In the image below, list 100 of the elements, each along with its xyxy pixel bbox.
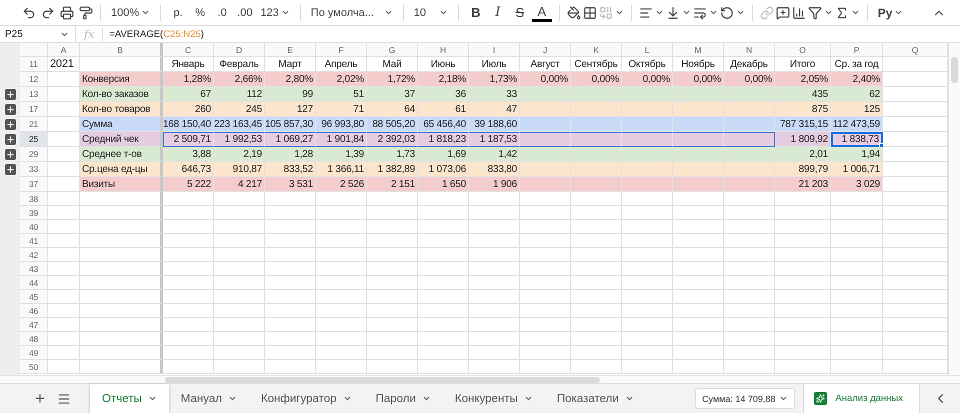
table-cell[interactable]: 1 073,06 [418,162,469,177]
table-cell[interactable]: 245 [214,102,265,117]
vertical-align-icon[interactable] [666,6,680,20]
expand-group-button[interactable] [4,134,16,145]
row-number[interactable]: 40 [20,220,48,234]
table-cell[interactable]: 37 [367,87,418,102]
column-header[interactable]: D [214,43,265,57]
chart-icon[interactable] [792,6,806,20]
row-number[interactable]: 17 [20,102,48,117]
expand-group-button[interactable] [4,104,16,115]
text-color-button[interactable]: A [532,4,552,22]
table-cell[interactable]: 2,19 [214,147,265,162]
column-header[interactable]: I [469,43,520,57]
row-number[interactable]: 39 [20,206,48,220]
currency-button[interactable]: р. [168,2,188,24]
table-cell[interactable]: 105 857,30 [265,117,316,132]
table-cell[interactable]: 1,39 [316,147,367,162]
table-cell[interactable]: 112 [214,87,265,102]
table-cell[interactable]: 1 906 [469,177,520,192]
sum-dropdown[interactable]: Сумма: 14 709,88 [695,388,796,409]
strikethrough-button[interactable]: S [510,2,530,24]
table-cell[interactable]: 0,00% [571,72,622,87]
table-cell[interactable]: 67 [163,87,214,102]
table-cell[interactable]: 0,00% [520,72,571,87]
column-header[interactable]: G [367,43,418,57]
table-cell[interactable]: 0,00% [673,72,724,87]
table-cell[interactable]: 2,02% [316,72,367,87]
table-cell[interactable]: 1 818,23 [418,132,469,147]
table-cell[interactable]: 88 505,20 [367,117,418,132]
add-sheet-button[interactable]: + [28,384,52,413]
borders-icon[interactable] [582,6,597,20]
font-dropdown[interactable]: По умолча... [308,2,396,24]
print-icon[interactable] [60,6,74,20]
table-cell[interactable]: 0,00% [622,72,673,87]
table-cell[interactable]: 1 069,27 [265,132,316,147]
table-cell[interactable]: 223 163,45 [214,117,265,132]
table-cell[interactable]: 1 992,53 [214,132,265,147]
table-cell[interactable]: 2,80% [265,72,316,87]
table-cell[interactable]: 833,52 [265,162,316,177]
column-header[interactable]: B [80,43,163,57]
column-header[interactable]: O [775,43,831,57]
row-number[interactable]: 42 [20,248,48,262]
comment-icon[interactable] [776,6,790,20]
table-cell[interactable]: 2,66% [214,72,265,87]
column-header[interactable]: E [265,43,316,57]
expand-group-button[interactable] [4,164,16,175]
table-cell[interactable]: 1,28 [265,147,316,162]
sheet-tab[interactable]: Отчеты [90,384,169,413]
merge-cells-icon[interactable] [598,6,613,20]
table-cell[interactable]: 1,69 [418,147,469,162]
row-number[interactable]: 50 [20,360,48,374]
expand-group-button[interactable] [4,119,16,130]
font-size-dropdown[interactable]: 10 [410,2,451,24]
filter-icon[interactable] [808,6,822,20]
row-number[interactable]: 33 [20,162,48,177]
table-cell[interactable]: 1,72% [367,72,418,87]
table-cell[interactable]: 1,28% [163,72,214,87]
table-cell[interactable]: 1 901,84 [316,132,367,147]
row-number[interactable]: 21 [20,117,48,132]
fill-color-icon[interactable] [566,6,581,20]
row-number[interactable]: 25 [20,132,48,147]
row-number[interactable]: 12 [20,72,48,87]
expand-group-button[interactable] [4,149,16,160]
table-cell[interactable]: 1 187,53 [469,132,520,147]
table-cell[interactable]: 1,73 [367,147,418,162]
table-cell[interactable]: 4 217 [214,177,265,192]
column-header[interactable]: K [571,43,622,57]
table-cell[interactable]: 1 650 [418,177,469,192]
redo-icon[interactable] [41,6,55,20]
table-cell[interactable]: 260 [163,102,214,117]
column-header[interactable]: N [724,43,775,57]
scrollbar-thumb[interactable] [165,377,600,383]
table-cell[interactable]: 39 188,60 [469,117,520,132]
bold-button[interactable]: B [466,2,486,24]
table-cell[interactable]: 99 [265,87,316,102]
sheet-tab[interactable]: Конкуренты [442,384,545,413]
scrollbar-thumb[interactable] [951,57,958,83]
select-all-corner[interactable] [20,43,48,57]
expand-group-button[interactable] [4,89,16,100]
column-header[interactable]: M [673,43,724,57]
row-number[interactable]: 44 [20,276,48,290]
table-cell[interactable]: 33 [469,87,520,102]
paint-roller-icon[interactable] [79,6,93,20]
decrease-decimals-button[interactable]: .0 [212,2,232,24]
table-cell[interactable]: 0,00% [724,72,775,87]
row-number[interactable]: 43 [20,262,48,276]
table-cell[interactable]: 2,18% [418,72,469,87]
row-number[interactable]: 37 [20,177,48,192]
table-cell[interactable]: 833,80 [469,162,520,177]
table-cell[interactable]: 61 [418,102,469,117]
percent-button[interactable]: % [190,2,210,24]
sheet-tab[interactable]: Пароли [364,384,443,413]
row-number[interactable]: 47 [20,318,48,332]
undo-icon[interactable] [22,6,36,20]
wrap-icon[interactable] [692,6,707,20]
table-cell[interactable]: 1 366,11 [316,162,367,177]
table-cell[interactable]: 47 [469,102,520,117]
row-number[interactable]: 13 [20,87,48,102]
column-header[interactable]: C [163,43,214,57]
sheet-tab[interactable]: Показатели [544,384,646,413]
